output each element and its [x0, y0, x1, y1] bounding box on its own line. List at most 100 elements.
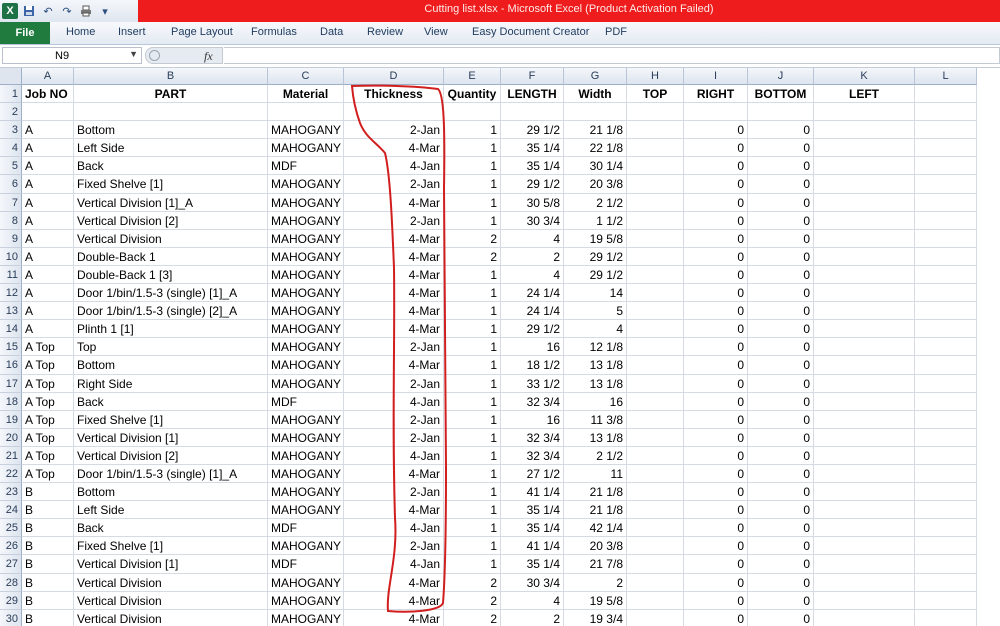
spreadsheet-grid[interactable]: ABCDEFGHIJKL 1 Job NO PART Material Thicknes…	[0, 68, 1000, 626]
row-header[interactable]: 1	[0, 85, 22, 104]
header-cell[interactable]: TOP	[627, 85, 684, 104]
cell-k18[interactable]	[814, 392, 915, 411]
print-icon[interactable]	[78, 3, 94, 19]
cell-e12[interactable]: 1	[444, 284, 501, 303]
cell-a3[interactable]: A	[22, 121, 74, 140]
cell-f21[interactable]: 32 3/4	[501, 446, 564, 465]
cell-d18[interactable]: 4-Jan	[344, 392, 444, 411]
cell-g16[interactable]: 13 1/8	[564, 356, 627, 375]
cell-e14[interactable]: 1	[444, 320, 501, 339]
cell-i18[interactable]: 0	[684, 392, 748, 411]
cell-b9[interactable]: Vertical Division	[74, 229, 268, 248]
cell-e24[interactable]: 1	[444, 501, 501, 520]
cell-f26[interactable]: 41 1/4	[501, 537, 564, 556]
cell-k15[interactable]	[814, 338, 915, 357]
cell-d30[interactable]: 4-Mar	[344, 609, 444, 626]
cell-e16[interactable]: 1	[444, 356, 501, 375]
row-header[interactable]: 14	[0, 320, 22, 339]
cell-l17[interactable]	[915, 374, 977, 393]
cell-i20[interactable]: 0	[684, 428, 748, 447]
cell-i11[interactable]: 0	[684, 265, 748, 285]
name-box[interactable]: N9 ▼	[2, 47, 142, 64]
cell-f3[interactable]: 29 1/2	[501, 121, 564, 140]
row-header[interactable]: 13	[0, 302, 22, 321]
row-header[interactable]: 10	[0, 247, 22, 266]
cell-g21[interactable]: 2 1/2	[564, 446, 627, 465]
cell-e20[interactable]: 1	[444, 428, 501, 447]
row-header[interactable]: 17	[0, 374, 22, 393]
cell-g20[interactable]: 13 1/8	[564, 428, 627, 447]
cell-f22[interactable]: 27 1/2	[501, 464, 564, 484]
cell-j4[interactable]: 0	[748, 139, 814, 158]
cell-k28[interactable]	[814, 573, 915, 592]
cell-e21[interactable]: 1	[444, 446, 501, 465]
cell-e29[interactable]: 2	[444, 591, 501, 610]
cell-a9[interactable]: A	[22, 229, 74, 248]
cell-l8[interactable]	[915, 211, 977, 230]
cell-g26[interactable]: 20 3/8	[564, 537, 627, 556]
cell-h13[interactable]	[627, 302, 684, 321]
row-header[interactable]: 11	[0, 265, 22, 285]
cell-j20[interactable]: 0	[748, 428, 814, 447]
cell-b27[interactable]: Vertical Division [1]	[74, 555, 268, 574]
tab-pdf[interactable]: PDF	[605, 26, 627, 38]
cell-g8[interactable]: 1 1/2	[564, 211, 627, 230]
cell-c28[interactable]: MAHOGANY	[268, 573, 344, 592]
column-header-i[interactable]: I	[684, 68, 748, 85]
header-cell[interactable]: Quantity	[444, 85, 501, 104]
cell-e25[interactable]: 1	[444, 519, 501, 538]
header-cell[interactable]: LENGTH	[501, 85, 564, 104]
cell-l12[interactable]	[915, 284, 977, 303]
cell-d7[interactable]: 4-Mar	[344, 193, 444, 212]
column-header-d[interactable]: D	[344, 68, 444, 85]
cell-g19[interactable]: 11 3/8	[564, 410, 627, 429]
cell-h22[interactable]	[627, 464, 684, 484]
cell-c30[interactable]: MAHOGANY	[268, 609, 344, 626]
cell-a5[interactable]: A	[22, 157, 74, 176]
cell-c22[interactable]: MAHOGANY	[268, 464, 344, 484]
cell-d3[interactable]: 2-Jan	[344, 121, 444, 140]
cell-l27[interactable]	[915, 555, 977, 574]
cell-h25[interactable]	[627, 519, 684, 538]
cell-a19[interactable]: A Top	[22, 410, 74, 429]
cell-h17[interactable]	[627, 374, 684, 393]
column-header-a[interactable]: A	[22, 68, 74, 85]
row-header[interactable]: 4	[0, 139, 22, 158]
row-header[interactable]: 26	[0, 537, 22, 556]
cell-b3[interactable]: Bottom	[74, 121, 268, 140]
cell-h21[interactable]	[627, 446, 684, 465]
cell-c21[interactable]: MAHOGANY	[268, 446, 344, 465]
cell-k25[interactable]	[814, 519, 915, 538]
cell-b18[interactable]: Back	[74, 392, 268, 411]
cell-a30[interactable]: B	[22, 609, 74, 626]
cell-g24[interactable]: 21 1/8	[564, 501, 627, 520]
cell-b16[interactable]: Bottom	[74, 356, 268, 375]
cell-j23[interactable]: 0	[748, 483, 814, 502]
tab-insert[interactable]: Insert	[118, 26, 146, 38]
row-header[interactable]: 18	[0, 392, 22, 411]
cell-h24[interactable]	[627, 501, 684, 520]
cell-f13[interactable]: 24 1/4	[501, 302, 564, 321]
cell-g15[interactable]: 12 1/8	[564, 338, 627, 357]
cell-h2[interactable]	[627, 103, 684, 122]
cell-k7[interactable]	[814, 193, 915, 212]
cell-h18[interactable]	[627, 392, 684, 411]
cell-k11[interactable]	[814, 265, 915, 285]
cell-k8[interactable]	[814, 211, 915, 230]
cell-b30[interactable]: Vertical Division	[74, 609, 268, 626]
cell-l22[interactable]	[915, 464, 977, 484]
cell-i2[interactable]	[684, 103, 748, 122]
header-cell[interactable]: RIGHT	[684, 85, 748, 104]
row-header[interactable]: 22	[0, 464, 22, 484]
cell-j3[interactable]: 0	[748, 121, 814, 140]
cell-e8[interactable]: 1	[444, 211, 501, 230]
cell-h23[interactable]	[627, 483, 684, 502]
cell-f24[interactable]: 35 1/4	[501, 501, 564, 520]
row-header[interactable]: 27	[0, 555, 22, 574]
cell-f25[interactable]: 35 1/4	[501, 519, 564, 538]
row-header[interactable]: 29	[0, 591, 22, 610]
cell-b11[interactable]: Double-Back 1 [3]	[74, 265, 268, 285]
cell-a25[interactable]: B	[22, 519, 74, 538]
cell-h26[interactable]	[627, 537, 684, 556]
cell-l15[interactable]	[915, 338, 977, 357]
